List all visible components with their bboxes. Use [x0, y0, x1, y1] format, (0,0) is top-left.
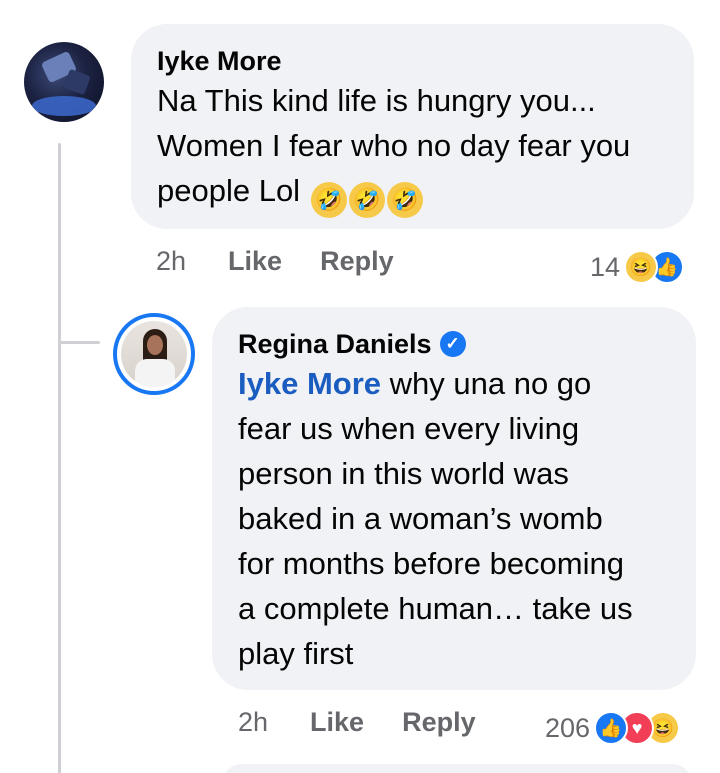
rolling-laughing-emoji: 🤣 [386, 182, 423, 218]
comment-author[interactable]: Iyke More [157, 44, 668, 78]
rolling-laughing-emoji: 🤣 [348, 182, 385, 218]
verified-badge-icon: ✓ [439, 331, 466, 357]
reaction-count: 206 [545, 712, 591, 743]
comment-reactions[interactable]: 14 😆 👍 [590, 250, 685, 284]
reply-line: Iyke More why una no go [238, 366, 592, 401]
reply-time[interactable]: 2h [238, 707, 268, 738]
reply-line: person in this world was [238, 456, 569, 491]
reply-line: for months before becoming [238, 546, 624, 581]
reply-button[interactable]: Reply [320, 246, 394, 277]
reply-text: Iyke More why una no go fear us when eve… [238, 361, 670, 676]
rolling-laughing-emoji: 🤣 [310, 182, 347, 218]
comment-line: people Lol 🤣 🤣 🤣 [157, 168, 668, 218]
reply-line: play first [238, 636, 354, 671]
like-button[interactable]: Like [228, 246, 282, 277]
reply-reactions[interactable]: 206 👍 ♥ 😆 [545, 711, 681, 745]
reply-line: baked in a woman’s womb [238, 501, 603, 536]
reaction-count: 14 [590, 251, 621, 282]
reply-actions: 2h Like Reply [238, 707, 476, 738]
next-comment-bubble [222, 764, 692, 773]
comment-text: Na This kind life is hungry you... Women… [157, 78, 668, 218]
comment-bubble: Iyke More Na This kind life is hungry yo… [131, 24, 694, 229]
reply-line: a complete human… take us [238, 591, 633, 626]
thread-branch [58, 341, 100, 344]
comment-actions: 2h Like Reply [156, 246, 394, 277]
avatar-iyke-more[interactable] [24, 42, 104, 122]
haha-reaction-icon: 😆 [624, 250, 659, 284]
reply-author-row: Regina Daniels ✓ [238, 327, 670, 361]
like-reaction-icon: 👍 [594, 711, 629, 745]
reply-button[interactable]: Reply [402, 707, 476, 738]
avatar-regina-daniels[interactable] [113, 313, 195, 395]
comment-time[interactable]: 2h [156, 246, 186, 277]
reply-author[interactable]: Regina Daniels [238, 327, 432, 361]
comment-line: Women I fear who no day fear you [157, 128, 631, 163]
reply-bubble: Regina Daniels ✓ Iyke More why una no go… [212, 307, 696, 690]
comment-line: Na This kind life is hungry you... [157, 83, 596, 118]
reply-line: fear us when every living [238, 411, 580, 446]
mention-link[interactable]: Iyke More [238, 366, 381, 401]
like-button[interactable]: Like [310, 707, 364, 738]
thread-line [58, 143, 61, 773]
